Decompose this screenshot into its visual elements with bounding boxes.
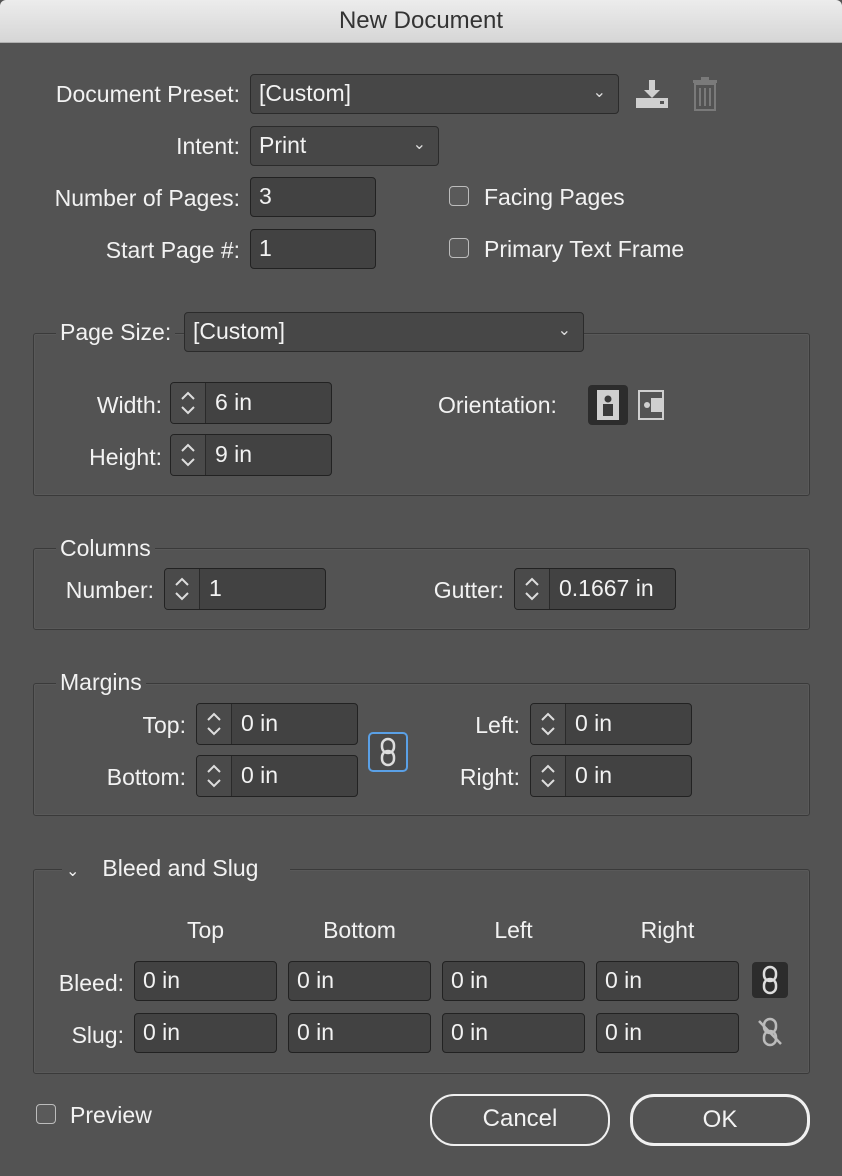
trash-icon[interactable]: [690, 76, 720, 117]
document-preset-label: Document Preset:: [55, 81, 240, 107]
portrait-orientation-icon[interactable]: [588, 385, 628, 425]
stepper-arrows-icon[interactable]: [171, 435, 206, 475]
margin-right-value[interactable]: 0 in: [575, 756, 612, 794]
height-value[interactable]: 9 in: [215, 435, 252, 473]
margin-bottom-value[interactable]: 0 in: [241, 756, 278, 794]
stepper-arrows-icon[interactable]: [165, 569, 200, 609]
slug-bottom-input[interactable]: 0 in: [288, 1013, 431, 1053]
stepper-arrows-icon[interactable]: [531, 756, 566, 796]
stepper-arrows-icon[interactable]: [515, 569, 550, 609]
window-title: New Document: [338, 7, 504, 34]
slug-left-input[interactable]: 0 in: [442, 1013, 585, 1053]
margin-bottom-stepper[interactable]: 0 in: [196, 755, 358, 797]
preview-checkbox[interactable]: [36, 1104, 56, 1124]
margin-right-stepper[interactable]: 0 in: [530, 755, 692, 797]
margins-title: Margins: [56, 669, 146, 696]
margins-group: [33, 683, 810, 816]
intent-dropdown[interactable]: Print ⌄: [250, 126, 439, 166]
margin-left-stepper[interactable]: 0 in: [530, 703, 692, 745]
slug-right-input[interactable]: 0 in: [596, 1013, 739, 1053]
width-label: Width:: [96, 392, 162, 418]
cancel-button[interactable]: Cancel: [430, 1094, 610, 1146]
primary-text-frame-checkbox[interactable]: [449, 238, 469, 258]
save-preset-icon[interactable]: [634, 78, 670, 115]
document-preset-dropdown[interactable]: [Custom] ⌄: [250, 74, 619, 114]
height-stepper[interactable]: 9 in: [170, 434, 332, 476]
margin-left-value[interactable]: 0 in: [575, 704, 612, 742]
columns-number-label: Number:: [65, 577, 154, 603]
margin-left-label: Left:: [475, 712, 520, 738]
margin-top-label: Top:: [142, 712, 186, 738]
orientation-label: Orientation:: [438, 392, 557, 418]
bleed-header-right: Right: [640, 917, 695, 943]
margin-right-label: Right:: [459, 764, 520, 790]
stepper-arrows-icon[interactable]: [197, 756, 232, 796]
bleed-header-top: Top: [186, 917, 225, 943]
link-margins-icon[interactable]: [368, 732, 408, 772]
bleed-bottom-input[interactable]: 0 in: [288, 961, 431, 1001]
bleed-top-input[interactable]: 0 in: [134, 961, 277, 1001]
columns-number-stepper[interactable]: 1: [164, 568, 326, 610]
stepper-arrows-icon[interactable]: [197, 704, 232, 744]
page-size-label: Page Size:: [56, 319, 176, 346]
bleed-left-input[interactable]: 0 in: [442, 961, 585, 1001]
intent-label: Intent:: [176, 133, 240, 159]
chevron-down-icon: ⌄: [412, 136, 426, 153]
facing-pages-label: Facing Pages: [484, 184, 625, 210]
facing-pages-checkbox[interactable]: [449, 186, 469, 206]
height-label: Height:: [89, 444, 162, 470]
gutter-stepper[interactable]: 0.1667 in: [514, 568, 676, 610]
margin-top-stepper[interactable]: 0 in: [196, 703, 358, 745]
chevron-down-icon: ⌄: [557, 322, 571, 339]
stepper-arrows-icon[interactable]: [531, 704, 566, 744]
columns-title: Columns: [56, 535, 155, 562]
slug-top-input[interactable]: 0 in: [134, 1013, 277, 1053]
number-of-pages-label: Number of Pages:: [54, 185, 240, 211]
ok-button[interactable]: OK: [630, 1094, 810, 1146]
margin-top-value[interactable]: 0 in: [241, 704, 278, 742]
width-stepper[interactable]: 6 in: [170, 382, 332, 424]
bleed-right-input[interactable]: 0 in: [596, 961, 739, 1001]
title-bar: New Document: [0, 0, 842, 43]
bleed-label: Bleed:: [58, 970, 124, 996]
page-size-value: [Custom]: [193, 318, 286, 344]
document-preset-value: [Custom]: [259, 80, 352, 106]
primary-text-frame-label: Primary Text Frame: [484, 236, 685, 262]
intent-value: Print: [259, 132, 307, 158]
bleed-slug-header[interactable]: ⌄ Bleed and Slug: [62, 855, 290, 882]
bleed-header-bottom: Bottom: [323, 917, 396, 943]
gutter-value[interactable]: 0.1667 in: [559, 569, 654, 607]
stepper-arrows-icon[interactable]: [171, 383, 206, 423]
start-page-input[interactable]: 1: [250, 229, 376, 269]
bleed-slug-title: Bleed and Slug: [102, 855, 259, 881]
start-page-label: Start Page #:: [105, 237, 240, 263]
columns-number-value[interactable]: 1: [209, 569, 222, 607]
gutter-label: Gutter:: [433, 577, 504, 603]
chevron-down-icon: ⌄: [592, 84, 606, 101]
page-size-dropdown[interactable]: [Custom] ⌄: [184, 312, 584, 352]
number-of-pages-input[interactable]: 3: [250, 177, 376, 217]
bleed-header-left: Left: [494, 917, 533, 943]
link-bleed-icon[interactable]: [752, 962, 788, 998]
slug-label: Slug:: [71, 1022, 124, 1048]
chevron-down-icon[interactable]: ⌄: [66, 861, 96, 881]
unlink-slug-icon[interactable]: [752, 1014, 788, 1050]
width-value[interactable]: 6 in: [215, 383, 252, 421]
preview-label: Preview: [70, 1102, 152, 1128]
margin-bottom-label: Bottom:: [106, 764, 186, 790]
landscape-orientation-icon[interactable]: [636, 387, 666, 428]
